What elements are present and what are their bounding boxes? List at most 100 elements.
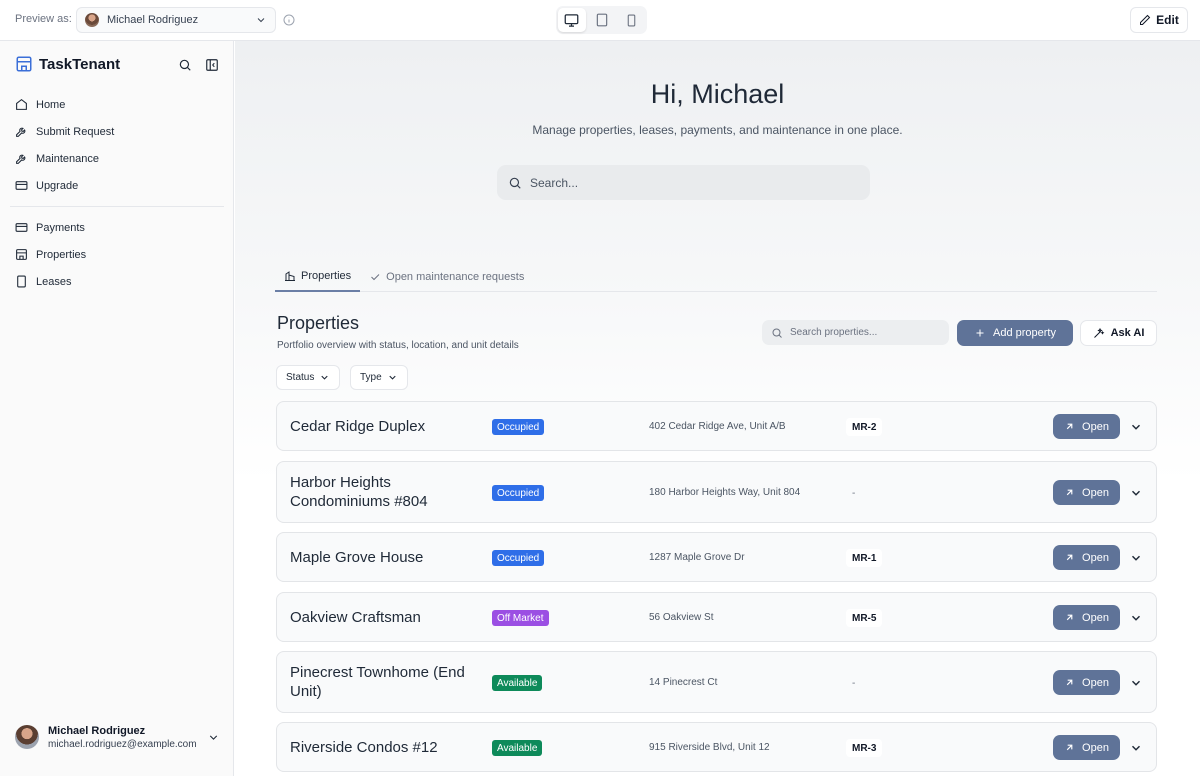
unit-code: MR-1 bbox=[846, 549, 883, 567]
global-search-input[interactable] bbox=[530, 175, 859, 190]
avatar bbox=[85, 13, 99, 27]
sidebar-item-label: Submit Request bbox=[36, 125, 115, 138]
open-label: Open bbox=[1082, 486, 1109, 499]
search-icon bbox=[509, 177, 521, 189]
add-property-button[interactable]: Add property bbox=[957, 320, 1073, 346]
status-filter[interactable]: Status bbox=[276, 365, 341, 390]
tab-label: Open maintenance requests bbox=[386, 270, 525, 283]
credit-card-icon bbox=[15, 181, 28, 190]
chevron-down-icon bbox=[209, 734, 218, 740]
primary-nav: Home Submit Request Maintenance Upgrade bbox=[15, 91, 225, 199]
property-name: Oakview Craftsman bbox=[290, 608, 421, 626]
sidebar-toggle-icon[interactable] bbox=[205, 58, 219, 72]
tab-properties[interactable]: Properties bbox=[275, 261, 361, 292]
main-content: Hi, Michael Manage properties, leases, p… bbox=[235, 41, 1200, 776]
property-address: 1287 Maple Grove Dr bbox=[649, 552, 745, 563]
property-address: 14 Pinecrest Ct bbox=[649, 677, 718, 688]
filter-label: Type bbox=[360, 372, 382, 383]
chevron-down-icon bbox=[321, 375, 329, 380]
table-row[interactable]: Pinecrest Townhome (End Unit) Available … bbox=[276, 651, 1157, 713]
device-toggle bbox=[556, 6, 647, 34]
sidebar-item-submit-request[interactable]: Submit Request bbox=[15, 118, 225, 145]
filter-label: Status bbox=[286, 372, 315, 383]
table-row[interactable]: Oakview Craftsman Off Market 56 Oakview … bbox=[276, 592, 1157, 642]
section-title: Properties bbox=[277, 313, 360, 333]
open-label: Open bbox=[1082, 420, 1109, 433]
monitor-icon bbox=[564, 13, 579, 27]
desktop-view-button[interactable] bbox=[558, 8, 586, 32]
info-icon[interactable] bbox=[283, 14, 295, 26]
chevron-down-icon bbox=[257, 18, 265, 23]
sidebar-item-payments[interactable]: Payments bbox=[15, 214, 225, 241]
sidebar-item-home[interactable]: Home bbox=[15, 91, 225, 118]
chevron-down-icon[interactable] bbox=[1129, 551, 1143, 565]
property-name: Harbor Heights Condominiums #804 bbox=[290, 474, 428, 510]
chevron-down-icon[interactable] bbox=[1129, 486, 1143, 500]
status-badge: Occupied bbox=[492, 550, 545, 566]
user-name: Michael Rodriguez bbox=[48, 724, 146, 737]
brand[interactable]: TaskTenant bbox=[15, 55, 120, 73]
credit-card-icon bbox=[15, 223, 28, 232]
sidebar-item-leases[interactable]: Leases bbox=[15, 268, 225, 295]
open-button[interactable]: Open bbox=[1053, 414, 1120, 439]
document-icon bbox=[17, 275, 26, 288]
page-subtitle: Manage properties, leases, payments, and… bbox=[532, 123, 903, 137]
property-name: Cedar Ridge Duplex bbox=[290, 417, 426, 435]
table-row[interactable]: Maple Grove House Occupied 1287 Maple Gr… bbox=[276, 532, 1157, 582]
mobile-view-button[interactable] bbox=[617, 8, 645, 32]
properties-search bbox=[762, 320, 949, 345]
tab-open-maintenance-requests[interactable]: Open maintenance requests bbox=[360, 261, 533, 292]
arrow-up-right-icon bbox=[1066, 614, 1073, 621]
edit-button[interactable]: Edit bbox=[1130, 7, 1188, 33]
user-email: michael.rodriguez@example.com bbox=[48, 738, 197, 750]
chevron-down-icon[interactable] bbox=[1129, 741, 1143, 755]
status-badge: Available bbox=[492, 675, 543, 691]
nav-divider bbox=[10, 206, 224, 207]
sidebar-item-label: Leases bbox=[36, 275, 72, 288]
preview-user-select[interactable]: Michael Rodriguez bbox=[76, 7, 276, 33]
sidebar-user-menu[interactable]: Michael Rodriguez michael.rodriguez@exam… bbox=[15, 720, 220, 754]
tab-bar: Properties Open maintenance requests bbox=[275, 261, 1157, 292]
brand-name: TaskTenant bbox=[39, 55, 121, 73]
phone-icon bbox=[627, 14, 635, 26]
table-row[interactable]: Cedar Ridge Duplex Occupied 402 Cedar Ri… bbox=[276, 401, 1157, 451]
ask-ai-button[interactable]: Ask AI bbox=[1080, 320, 1157, 346]
open-button[interactable]: Open bbox=[1053, 735, 1120, 760]
search-icon[interactable] bbox=[178, 58, 192, 72]
add-property-label: Add property bbox=[993, 327, 1056, 339]
open-label: Open bbox=[1082, 611, 1109, 624]
type-filter[interactable]: Type bbox=[350, 365, 408, 390]
preview-user-name: Michael Rodriguez bbox=[107, 14, 199, 26]
sidebar-item-upgrade[interactable]: Upgrade bbox=[15, 172, 225, 199]
property-name: Pinecrest Townhome (End Unit) bbox=[290, 664, 465, 700]
tablet-view-button[interactable] bbox=[588, 8, 616, 32]
chevron-down-icon[interactable] bbox=[1129, 420, 1143, 434]
secondary-nav: Payments Properties Leases bbox=[15, 214, 225, 295]
open-button[interactable]: Open bbox=[1053, 670, 1120, 695]
sidebar-item-label: Properties bbox=[36, 248, 87, 261]
wrench-icon bbox=[16, 127, 26, 137]
chevron-down-icon[interactable] bbox=[1129, 676, 1143, 690]
open-button[interactable]: Open bbox=[1053, 545, 1120, 570]
properties-search-input[interactable] bbox=[790, 327, 940, 338]
arrow-up-right-icon bbox=[1066, 554, 1073, 561]
property-name: Riverside Condos #12 bbox=[290, 738, 438, 756]
search-icon bbox=[772, 328, 782, 338]
top-bar: Preview as: Michael Rodriguez Edit bbox=[0, 0, 1200, 41]
preview-as-label: Preview as: bbox=[15, 13, 72, 25]
open-button[interactable]: Open bbox=[1053, 605, 1120, 630]
plus-icon bbox=[976, 329, 984, 337]
avatar bbox=[15, 725, 39, 749]
sidebar-item-maintenance[interactable]: Maintenance bbox=[15, 145, 225, 172]
arrow-up-right-icon bbox=[1066, 489, 1073, 496]
sidebar-item-properties[interactable]: Properties bbox=[15, 241, 225, 268]
table-row[interactable]: Riverside Condos #12 Available 915 River… bbox=[276, 722, 1157, 772]
open-label: Open bbox=[1082, 741, 1109, 754]
arrow-up-right-icon bbox=[1066, 679, 1073, 686]
open-button[interactable]: Open bbox=[1053, 480, 1120, 505]
global-search bbox=[497, 165, 870, 200]
chevron-down-icon[interactable] bbox=[1129, 611, 1143, 625]
building-logo-icon bbox=[16, 56, 32, 72]
sidebar-item-label: Home bbox=[36, 98, 66, 111]
table-row[interactable]: Harbor Heights Condominiums #804 Occupie… bbox=[276, 461, 1157, 523]
